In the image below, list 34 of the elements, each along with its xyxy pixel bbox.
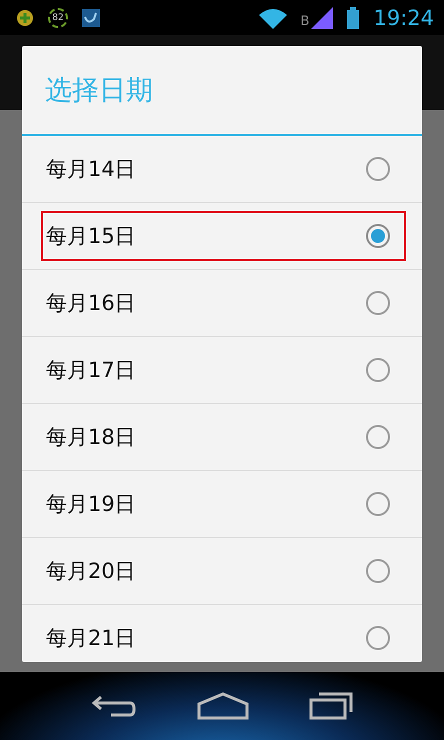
radio-button[interactable] — [366, 492, 390, 516]
home-icon[interactable] — [197, 692, 249, 720]
radio-button[interactable] — [366, 224, 390, 248]
back-icon[interactable] — [91, 694, 137, 718]
option-row[interactable]: 每月17日 — [22, 337, 422, 404]
signal-icon — [311, 6, 334, 28]
option-row[interactable]: 每月19日 — [22, 471, 422, 538]
radio-button[interactable] — [366, 559, 390, 583]
radio-button[interactable] — [366, 157, 390, 181]
radio-button[interactable] — [366, 291, 390, 315]
battery-badge-icon: 82 — [48, 8, 68, 28]
option-label: 每月18日 — [46, 424, 136, 451]
wifi-icon — [258, 6, 287, 28]
radio-button[interactable] — [366, 626, 390, 650]
recent-apps-icon[interactable] — [309, 692, 353, 720]
option-label: 每月19日 — [46, 491, 136, 518]
option-label: 每月14日 — [46, 156, 136, 183]
app-icon — [82, 8, 100, 26]
option-row[interactable]: 每月14日 — [22, 136, 422, 203]
option-label: 每月16日 — [46, 290, 136, 317]
option-label: 每月17日 — [46, 357, 136, 384]
option-row[interactable]: 每月15日 — [22, 203, 422, 270]
dialog-title: 选择日期 — [45, 74, 153, 108]
battery-icon — [347, 6, 360, 28]
option-row[interactable]: 每月20日 — [22, 538, 422, 605]
option-row[interactable]: 每月16日 — [22, 270, 422, 337]
radio-button[interactable] — [366, 358, 390, 382]
radio-button[interactable] — [366, 425, 390, 449]
option-label: 每月21日 — [46, 625, 136, 652]
option-label: 每月20日 — [46, 558, 136, 585]
option-label: 每月15日 — [46, 223, 136, 250]
clock-time: 19:24 — [373, 6, 434, 30]
network-type-label: B — [300, 14, 310, 29]
option-row[interactable]: 每月18日 — [22, 404, 422, 471]
